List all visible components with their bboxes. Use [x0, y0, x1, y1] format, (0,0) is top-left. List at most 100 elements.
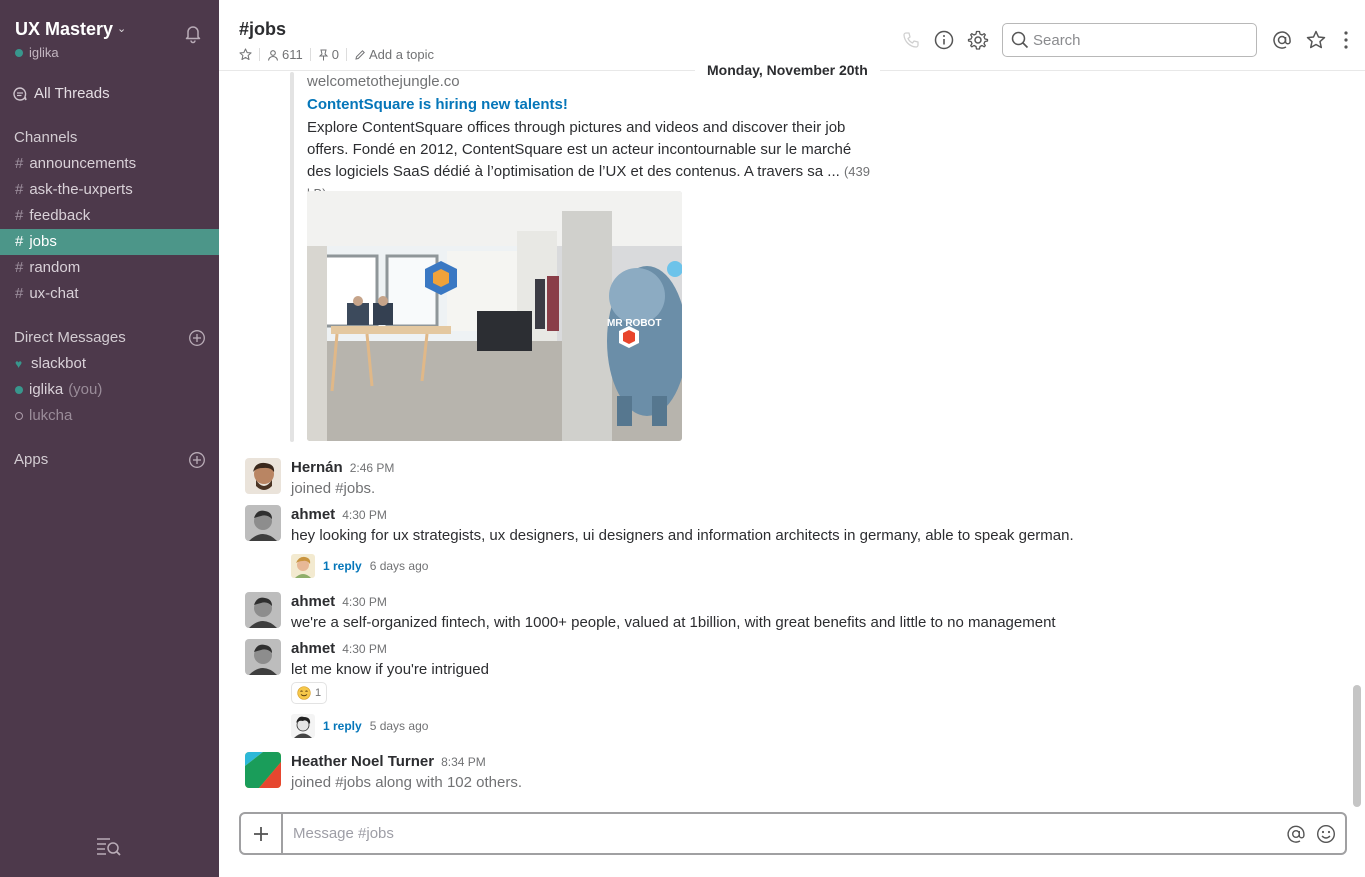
timestamp[interactable]: 4:30 PM: [342, 642, 387, 656]
chevron-down-icon: ⌄: [117, 23, 127, 35]
bell-icon[interactable]: [182, 22, 204, 44]
quick-switcher-icon[interactable]: [96, 835, 122, 857]
info-icon[interactable]: [933, 29, 955, 51]
hash-icon: #: [15, 155, 24, 172]
timestamp[interactable]: 4:30 PM: [342, 595, 387, 609]
avatar[interactable]: [245, 505, 281, 541]
star-icon[interactable]: [1305, 29, 1327, 51]
emoji-icon[interactable]: [1315, 823, 1337, 845]
add-app-icon[interactable]: [188, 451, 206, 469]
current-user: iglika: [15, 45, 59, 60]
author-name: ahmet: [291, 506, 336, 523]
channel-label: jobs: [29, 233, 57, 250]
sidebar-item-slackbot[interactable]: ♥ slackbot: [0, 351, 219, 377]
apps-header[interactable]: Apps: [14, 451, 48, 468]
unfurl-site: welcometothejungle.co: [307, 73, 460, 90]
message-author[interactable]: Hernán 2:46 PM: [291, 459, 394, 476]
direct-messages-header[interactable]: Direct Messages: [14, 329, 126, 346]
reply-count[interactable]: 1 reply: [323, 719, 362, 733]
sidebar: UX Mastery ⌄ iglika All Threads Channels …: [0, 0, 219, 877]
hash-icon: #: [15, 207, 24, 224]
star-icon[interactable]: [239, 48, 252, 61]
date-divider: Monday, November 20th: [695, 58, 880, 82]
channel-label: random: [29, 259, 81, 276]
heart-icon: ♥: [15, 357, 23, 371]
thread-replies[interactable]: 1 reply 5 days ago: [291, 713, 428, 739]
office-photo: MR ROBOT: [307, 191, 682, 441]
channel-title[interactable]: #jobs: [239, 19, 286, 40]
search-box[interactable]: [1002, 23, 1257, 57]
unfurl-title-link[interactable]: ContentSquare is hiring new talents!: [307, 96, 568, 113]
hash-icon: #: [15, 285, 24, 302]
message-text: we're a self-organized fintech, with 100…: [291, 614, 1056, 631]
attachment-border: [290, 72, 294, 442]
pinned-count-button[interactable]: 0: [318, 47, 339, 62]
replier-avatar: [291, 714, 315, 738]
divider: [259, 48, 260, 61]
replier-avatar: [291, 554, 315, 578]
threads-icon: [13, 86, 27, 101]
sidebar-item-ux-chat[interactable]: # ux-chat: [0, 281, 219, 307]
timestamp[interactable]: 4:30 PM: [342, 508, 387, 522]
sidebar-item-iglika[interactable]: iglika (you): [0, 377, 219, 403]
phone-icon[interactable]: [900, 29, 922, 51]
mentions-icon[interactable]: [1271, 29, 1293, 51]
author-name: ahmet: [291, 593, 336, 610]
author-name: ahmet: [291, 640, 336, 657]
message-author[interactable]: ahmet 4:30 PM: [291, 640, 387, 657]
timestamp[interactable]: 8:34 PM: [441, 755, 486, 769]
member-count-button[interactable]: 611: [267, 47, 303, 62]
workspace-name: UX Mastery: [15, 19, 114, 39]
avatar[interactable]: [245, 752, 281, 788]
all-threads-label: All Threads: [34, 85, 110, 102]
add-topic-label: Add a topic: [368, 47, 435, 62]
member-count: 611: [282, 47, 303, 62]
current-user-name: iglika: [29, 45, 59, 60]
avatar[interactable]: [245, 592, 281, 628]
channels-header[interactable]: Channels: [14, 129, 77, 146]
smiling-face-icon: [297, 686, 311, 700]
mention-icon[interactable]: [1285, 823, 1307, 845]
sidebar-item-announcements[interactable]: # announcements: [0, 151, 219, 177]
scrollbar[interactable]: [1353, 685, 1361, 807]
sidebar-item-jobs[interactable]: # jobs: [0, 229, 219, 255]
message-composer: [239, 812, 1347, 855]
unfurl-image[interactable]: MR ROBOT: [307, 191, 682, 441]
thread-replies[interactable]: 1 reply 6 days ago: [291, 553, 428, 579]
dm-label: slackbot: [31, 355, 87, 372]
author-name: Heather Noel Turner: [291, 753, 435, 770]
dm-label: iglika: [29, 381, 64, 398]
emoji-reaction[interactable]: 1: [291, 682, 328, 704]
avatar[interactable]: [245, 458, 281, 494]
message-input[interactable]: [283, 825, 1285, 842]
message-author[interactable]: ahmet 4:30 PM: [291, 506, 387, 523]
more-options-icon[interactable]: [1335, 29, 1357, 51]
search-input[interactable]: [1033, 31, 1253, 49]
avatar[interactable]: [245, 639, 281, 675]
hash-icon: #: [15, 259, 24, 276]
plus-icon: [254, 826, 268, 841]
sidebar-item-ask-the-uxperts[interactable]: # ask-the-uxperts: [0, 177, 219, 203]
channel-label: ux-chat: [29, 285, 79, 302]
add-dm-icon[interactable]: [188, 329, 206, 347]
channel-label: feedback: [29, 207, 91, 224]
attach-button[interactable]: [241, 814, 283, 853]
sidebar-item-feedback[interactable]: # feedback: [0, 203, 219, 229]
sidebar-item-lukcha[interactable]: lukcha: [0, 403, 219, 429]
pencil-icon: [355, 49, 365, 60]
add-topic-button[interactable]: Add a topic: [354, 47, 434, 62]
all-threads-link[interactable]: All Threads: [12, 85, 110, 102]
reply-count[interactable]: 1 reply: [323, 559, 362, 573]
workspace-menu[interactable]: UX Mastery ⌄: [15, 19, 126, 40]
unfurl-description-text: Explore ContentSquare offices through pi…: [307, 119, 852, 180]
divider: [345, 48, 347, 61]
search-icon: [1011, 31, 1029, 49]
message-author[interactable]: Heather Noel Turner 8:34 PM: [291, 753, 486, 770]
divider: [309, 48, 311, 61]
sidebar-item-random[interactable]: # random: [0, 255, 219, 281]
pin-icon: [318, 49, 328, 60]
gear-icon[interactable]: [967, 29, 989, 51]
timestamp[interactable]: 2:46 PM: [350, 461, 395, 475]
message-author[interactable]: ahmet 4:30 PM: [291, 593, 387, 610]
you-label: (you): [68, 381, 103, 398]
